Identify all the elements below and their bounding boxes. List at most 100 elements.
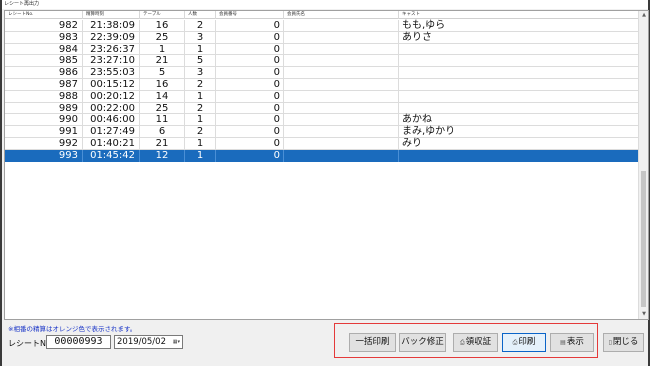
bulk-print-label: 一括印刷: [355, 337, 390, 347]
cell-settle-time: 00:20:12: [83, 90, 140, 103]
cell-table: 6: [140, 126, 185, 138]
cell-settle-time: 22:39:09: [83, 31, 140, 44]
print-label: 印刷: [518, 337, 536, 347]
cell-cast: あかね: [402, 114, 432, 126]
table-row[interactable]: 992 01:40:21 21 1 0 みり: [5, 137, 639, 150]
cell-member-no: 0: [216, 114, 284, 127]
cell-receipt-no: 989: [5, 102, 83, 115]
cell-member-no: 0: [216, 31, 284, 44]
cell-cast: [399, 44, 639, 56]
cell-member-name: [284, 126, 399, 138]
cell-table: 11: [140, 114, 185, 127]
display-button[interactable]: ▤表示: [550, 333, 594, 352]
cell-table: 1: [140, 43, 185, 56]
header-cast[interactable]: キャスト: [399, 11, 639, 19]
cell-settle-time: 23:26:37: [83, 43, 140, 56]
cell-receipt-no: 993: [5, 149, 83, 162]
cell-table: 5: [140, 67, 185, 79]
header-receipt-no[interactable]: レシートNo.: [5, 11, 83, 19]
cell-member-name: [284, 31, 399, 44]
cell-settle-time: 23:55:03: [83, 67, 140, 79]
cell-member-name: [284, 78, 399, 91]
cell-cast: [399, 79, 639, 91]
table-row[interactable]: 990 00:46:00 11 1 0 あかね: [5, 114, 639, 127]
cell-member-no: 0: [216, 90, 284, 103]
cell-table: 25: [140, 31, 185, 44]
cell-people: 3: [185, 67, 216, 79]
back-edit-button[interactable]: バック修正: [399, 333, 446, 352]
cell-member-no: 0: [216, 126, 284, 138]
cell-receipt-no: 986: [5, 67, 83, 79]
table-row[interactable]: 983 22:39:09 25 3 0 ありさ: [5, 31, 639, 44]
cell-people: 1: [185, 114, 216, 127]
cell-cast: [399, 91, 639, 103]
cell-member-name: [284, 102, 399, 115]
calendar-dropdown-icon[interactable]: ▦▾: [173, 336, 180, 348]
cell-receipt-no: 990: [5, 114, 83, 127]
table-row[interactable]: 985 23:27:10 21 5 0: [5, 55, 639, 68]
cell-member-no: 0: [216, 55, 284, 68]
cell-settle-time: 01:40:21: [83, 137, 140, 150]
cell-cast: [399, 150, 639, 162]
table-row[interactable]: 991 01:27:49 6 2 0 まみ,ゆかり: [5, 126, 639, 138]
header-table[interactable]: テーブル: [140, 11, 185, 19]
table-row[interactable]: 982 21:38:09 16 2 0 もも,ゆら: [5, 20, 639, 32]
back-edit-label: バック修正: [401, 337, 444, 347]
cell-people: 3: [185, 31, 216, 44]
cell-settle-time: 01:45:42: [83, 149, 140, 162]
table-row[interactable]: 989 00:22:00 25 2 0: [5, 102, 639, 115]
header-member-no[interactable]: 会員番号: [216, 11, 284, 19]
receipt-no-field[interactable]: 00000993: [46, 335, 111, 349]
cell-cast: もも,ゆら: [402, 20, 446, 31]
orange-note: ※相番の精算はオレンジ色で表示されます。: [8, 325, 137, 333]
display-label: 表示: [566, 337, 584, 347]
display-icon: ▤: [560, 339, 566, 346]
door-icon: ▯: [608, 339, 612, 346]
cell-table: 12: [140, 149, 185, 162]
cell-member-name: [284, 43, 399, 56]
cell-cast: [399, 67, 639, 79]
cell-people: 1: [185, 137, 216, 150]
table-row[interactable]: 993 01:45:42 12 1 0: [5, 149, 639, 162]
window-title: レシート再出力: [2, 0, 648, 9]
header-settle-time[interactable]: 精算時刻: [83, 11, 140, 19]
cell-table: 21: [140, 55, 185, 68]
bulk-print-button[interactable]: 一括印刷: [349, 333, 396, 352]
table-row[interactable]: 987 00:15:12 16 2 0: [5, 78, 639, 91]
receipt-button[interactable]: ⎙領収証: [453, 333, 498, 352]
header-member-name[interactable]: 会員氏名: [284, 11, 399, 19]
receipt-grid[interactable]: レシートNo. 精算時刻 テーブル 人数 会員番号 会員氏名 キャスト 982 2…: [4, 10, 649, 320]
table-row[interactable]: 986 23:55:03 5 3 0: [5, 67, 639, 79]
cell-member-no: 0: [216, 43, 284, 56]
cell-settle-time: 21:38:09: [83, 20, 140, 32]
cell-people: 2: [185, 78, 216, 91]
cell-table: 25: [140, 102, 185, 115]
cell-people: 1: [185, 43, 216, 56]
table-row[interactable]: 988 00:20:12 14 1 0: [5, 90, 639, 103]
receipt-reprint-window: レシート再出力 レシートNo. 精算時刻 テーブル 人数 会員番号 会員氏名 キ…: [0, 0, 650, 366]
close-button[interactable]: ▯閉じる: [603, 333, 644, 352]
cell-receipt-no: 991: [5, 126, 83, 138]
cell-receipt-no: 983: [5, 31, 83, 44]
cell-member-name: [284, 20, 399, 32]
grid-rows: 982 21:38:09 16 2 0 もも,ゆら 983 22:39:09 25 3 0 ありさ 98…: [5, 20, 639, 162]
cell-receipt-no: 985: [5, 55, 83, 68]
scroll-up-icon[interactable]: ▲: [639, 11, 648, 20]
date-picker[interactable]: 2019/05/02 ▦▾: [114, 335, 183, 349]
cell-member-no: 0: [216, 102, 284, 115]
cell-cast: [399, 55, 639, 67]
vertical-scrollbar[interactable]: ▲ ▼: [638, 11, 648, 319]
scroll-thumb[interactable]: [641, 171, 646, 307]
print-button[interactable]: ⎙印刷: [502, 333, 546, 352]
cell-table: 16: [140, 20, 185, 32]
cell-member-no: 0: [216, 137, 284, 150]
table-row[interactable]: 984 23:26:37 1 1 0: [5, 43, 639, 56]
cell-member-name: [284, 137, 399, 150]
cell-people: 1: [185, 90, 216, 103]
cell-member-name: [284, 55, 399, 68]
cell-member-no: 0: [216, 20, 284, 32]
header-people[interactable]: 人数: [185, 11, 216, 19]
scroll-down-icon[interactable]: ▼: [639, 310, 648, 319]
close-label: 閉じる: [612, 337, 639, 347]
cell-receipt-no: 987: [5, 78, 83, 91]
